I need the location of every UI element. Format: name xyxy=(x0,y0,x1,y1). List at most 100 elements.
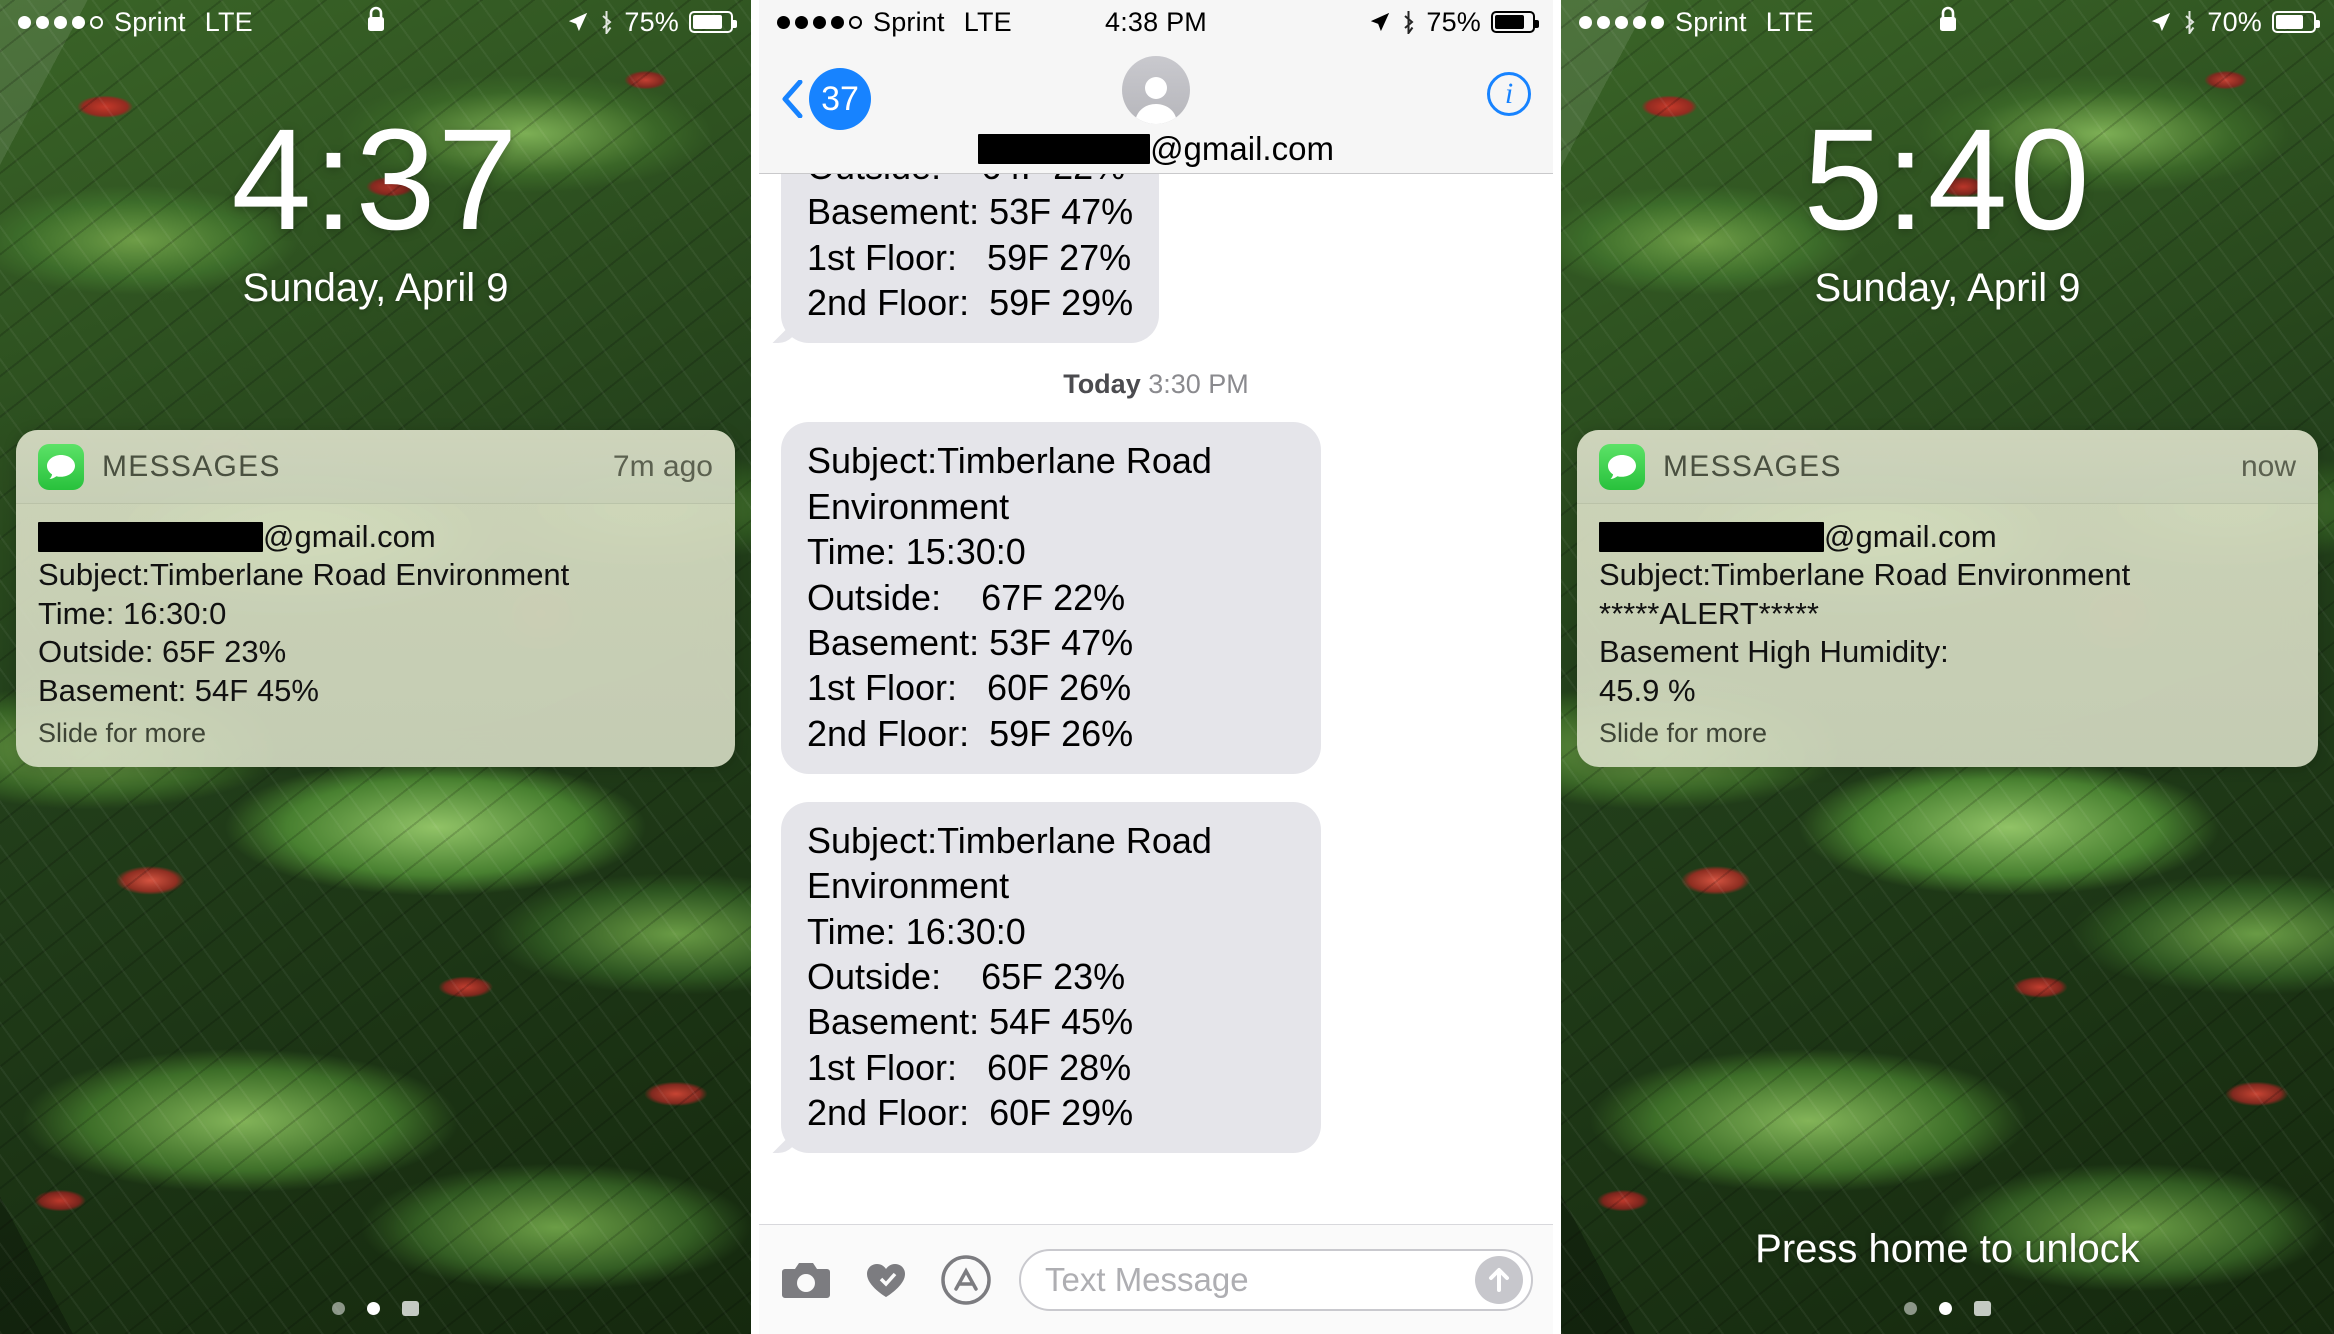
location-arrow-icon xyxy=(2152,12,2171,32)
panel-divider-left xyxy=(751,0,759,1334)
message-bubble-incoming-2[interactable]: Subject:Timberlane Road Environment Time… xyxy=(781,422,1321,774)
unread-count-badge: 37 xyxy=(809,68,871,130)
messages-bubble-icon xyxy=(38,443,84,490)
notification-body: @gmail.com Subject:Timberlane Road Envir… xyxy=(16,504,735,767)
slide-for-more-hint[interactable]: Slide for more xyxy=(38,718,713,749)
message-row: Subject:Timberlane Road Environment Time… xyxy=(759,801,1553,1154)
battery-icon xyxy=(689,11,737,33)
notification-header: MESSAGES 7m ago xyxy=(16,430,735,504)
battery-percent-label: 75% xyxy=(1426,6,1481,37)
notification-sender: @gmail.com xyxy=(1599,518,2296,556)
message-list[interactable]: Outside: 64F 22% Basement: 53F 47% 1st F… xyxy=(759,174,1553,1224)
lockscreen-time: 5:40 xyxy=(1803,99,2092,260)
middle-status-bar: Sprint LTE 4:38 PM 75% xyxy=(759,0,1553,44)
notification-header: MESSAGES now xyxy=(1577,430,2318,504)
message-row: Subject:Timberlane Road Environment Time… xyxy=(759,422,1553,774)
bluetooth-icon xyxy=(2185,11,2195,34)
message-input-placeholder: Text Message xyxy=(1045,1260,1249,1298)
battery-icon xyxy=(1491,11,1539,33)
right-status-right: 70% xyxy=(2150,6,2320,38)
contact-info-button[interactable]: i xyxy=(1487,72,1531,116)
signal-strength-icon xyxy=(1579,15,1664,29)
right-notification-banner[interactable]: MESSAGES now @gmail.com Subject:Timberla… xyxy=(1577,430,2318,768)
left-lockscreen-panel: Sprint LTE 75% 4:37 Sunday, April 9 MESS… xyxy=(0,0,751,1334)
contact-header[interactable]: @gmail.com xyxy=(759,56,1553,168)
heart-hand-icon[interactable] xyxy=(859,1253,913,1307)
battery-icon xyxy=(2272,11,2320,33)
send-button[interactable] xyxy=(1475,1255,1523,1304)
page-dot-2-active[interactable] xyxy=(367,1302,380,1315)
person-avatar-icon xyxy=(1122,56,1190,124)
info-circle-icon: i xyxy=(1487,72,1531,116)
notification-body: @gmail.com Subject:Timberlane Road Envir… xyxy=(1577,504,2318,767)
left-clock: 4:37 Sunday, April 9 xyxy=(0,108,751,311)
chevron-left-icon xyxy=(782,80,803,118)
notification-line-2: Time: 16:30:0 xyxy=(38,595,227,631)
notification-app-name: MESSAGES xyxy=(1663,449,1842,483)
notification-timestamp: 7m ago xyxy=(612,449,713,483)
camera-shortcut-icon[interactable] xyxy=(1974,1301,1991,1316)
right-status-left: Sprint LTE xyxy=(1579,7,1814,38)
middle-messages-panel: Sprint LTE 4:38 PM 75% 37 @gmail.com i B… xyxy=(759,0,1553,1334)
notification-sender: @gmail.com xyxy=(38,518,713,556)
redacted-contact-bar xyxy=(978,134,1151,164)
contact-domain: @gmail.com xyxy=(1150,130,1334,167)
signal-strength-icon xyxy=(777,15,862,29)
notification-line-3: Outside: 65F 23% xyxy=(38,634,287,670)
divider-time: 3:30 PM xyxy=(1148,369,1249,400)
notification-line-1: Subject:Timberlane Road Environment xyxy=(38,557,570,593)
left-page-dots xyxy=(0,1301,751,1316)
left-status-left: Sprint LTE xyxy=(18,7,253,38)
bluetooth-icon xyxy=(602,11,612,34)
notification-sender-domain: @gmail.com xyxy=(1824,519,1997,554)
location-arrow-icon xyxy=(569,12,588,32)
signal-strength-icon xyxy=(18,15,103,29)
message-bubble-incoming-1[interactable]: Outside: 64F 22% Basement: 53F 47% 1st F… xyxy=(759,174,1160,344)
right-lockscreen-panel: Sprint LTE 70% 5:40 Sunday, April 9 MESS… xyxy=(1561,0,2334,1334)
message-row: Outside: 64F 22% Basement: 53F 47% 1st F… xyxy=(759,174,1553,344)
notification-timestamp: now xyxy=(2240,449,2296,483)
camera-shortcut-icon[interactable] xyxy=(402,1301,419,1316)
left-status-bar: Sprint LTE 75% xyxy=(0,0,751,44)
slide-for-more-hint[interactable]: Slide for more xyxy=(1599,718,2296,749)
press-home-to-unlock-label: Press home to unlock xyxy=(1755,1227,2140,1271)
notification-sender-domain: @gmail.com xyxy=(263,519,436,554)
battery-percent-label: 70% xyxy=(2207,6,2262,37)
message-text-input[interactable]: Text Message xyxy=(1019,1248,1533,1311)
messages-bubble-icon xyxy=(1599,443,1645,490)
lock-icon xyxy=(365,5,387,40)
left-notification-banner[interactable]: MESSAGES 7m ago @gmail.com Subject:Timbe… xyxy=(16,430,735,768)
carrier-label: Sprint xyxy=(114,6,186,37)
divider-day: Today xyxy=(1063,369,1141,400)
notification-line-2: *****ALERT***** xyxy=(1599,595,1819,631)
notification-line-4: 45.9 % xyxy=(1599,672,1696,708)
notification-line-4: Basement: 54F 45% xyxy=(38,672,319,708)
carrier-label: Sprint xyxy=(1675,6,1747,37)
app-store-icon[interactable] xyxy=(939,1253,993,1307)
notification-app-name: MESSAGES xyxy=(102,449,281,483)
conversation-navbar: 37 @gmail.com i xyxy=(759,44,1553,174)
middle-status-right: 75% xyxy=(1369,6,1539,38)
left-status-right: 75% xyxy=(567,6,737,38)
lockscreen-time: 4:37 xyxy=(231,99,520,260)
redacted-email-bar xyxy=(1599,522,1824,553)
conversation-date-divider: Today 3:30 PM xyxy=(759,369,1553,400)
redacted-email-bar xyxy=(38,522,263,553)
arrow-up-send-icon xyxy=(1489,1267,1509,1292)
network-type-label: LTE xyxy=(204,6,253,37)
carrier-label: Sprint xyxy=(873,6,945,37)
message-bubble-incoming-3[interactable]: Subject:Timberlane Road Environment Time… xyxy=(759,801,1321,1154)
lockscreen-date: Sunday, April 9 xyxy=(1814,266,2081,310)
page-dot-1[interactable] xyxy=(1904,1302,1917,1315)
location-arrow-icon xyxy=(1371,12,1390,32)
panel-divider-right xyxy=(1553,0,1561,1334)
right-status-bar: Sprint LTE 70% xyxy=(1561,0,2334,44)
page-dot-2-active[interactable] xyxy=(1939,1302,1952,1315)
contact-name: @gmail.com xyxy=(978,130,1334,168)
camera-icon[interactable] xyxy=(779,1253,833,1307)
page-dot-1[interactable] xyxy=(332,1302,345,1315)
battery-percent-label: 75% xyxy=(624,6,679,37)
back-button[interactable]: 37 xyxy=(781,68,871,130)
network-type-label: LTE xyxy=(963,6,1012,37)
right-page-dots xyxy=(1561,1301,2334,1316)
